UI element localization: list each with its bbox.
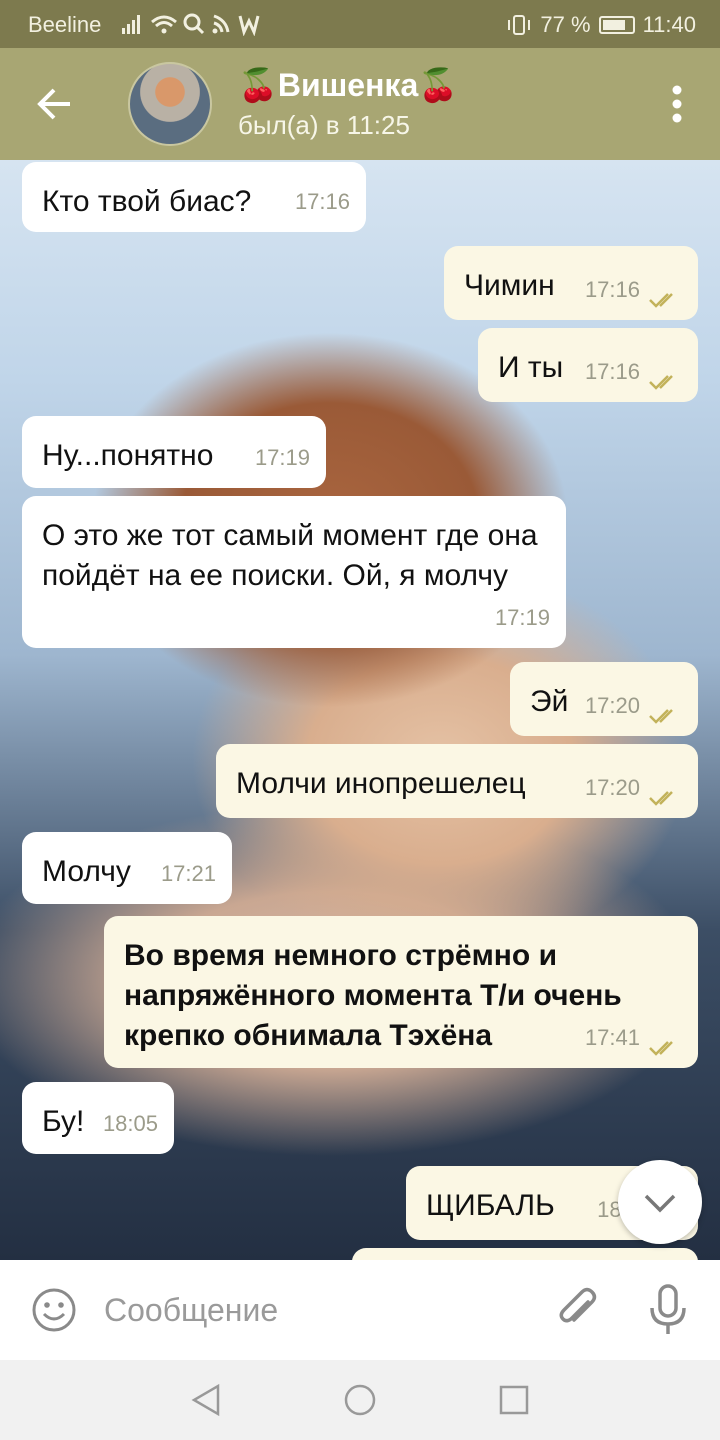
back-arrow-icon: [37, 88, 70, 120]
message-bubble[interactable]: Бу! 18:05: [22, 1082, 174, 1154]
message-bubble[interactable]: Молчи инопрешелец 17:20: [216, 744, 698, 818]
mic-icon: [650, 1284, 686, 1334]
read-check-icon: [649, 791, 673, 806]
message-bubble[interactable]: Эй 17:20: [510, 662, 698, 736]
nav-recent-icon[interactable]: [494, 1380, 534, 1420]
signal-icon: [122, 13, 260, 37]
message-bubble[interactable]: Во время немного стрёмно и напряжённого …: [104, 916, 698, 1068]
message-text: ЩИБАЛЬ: [426, 1189, 555, 1222]
message-bubble[interactable]: О это же тот самый момент где она пойдёт…: [22, 496, 566, 648]
message-text: Кто твой биас?: [42, 185, 252, 218]
message-text: Молчи инопрешелец: [236, 767, 526, 800]
message-time: 17:21: [160, 861, 216, 886]
mic-button[interactable]: [644, 1282, 692, 1338]
read-check-icon: [649, 709, 673, 724]
back-button[interactable]: [30, 78, 82, 130]
avatar[interactable]: [128, 62, 212, 146]
paperclip-icon: [559, 1287, 597, 1323]
message-time: 17:19: [494, 605, 550, 630]
message-time: 18:05: [102, 1111, 158, 1136]
message-input-bar: [0, 1260, 720, 1360]
message-text: И ты: [498, 351, 564, 384]
chat-area[interactable]: Кто твой биас? 17:16 Чимин 17:16 И ты 17…: [0, 160, 720, 1260]
message-time: 17:19: [254, 445, 310, 470]
read-check-icon: [649, 293, 673, 308]
message-text: Во время немного стрёмно и напряжённого …: [124, 939, 622, 1052]
message-text: О это же тот самый момент где она пойдёт…: [42, 519, 538, 592]
message-time: 17:20: [584, 775, 640, 800]
contact-name[interactable]: 🍒Вишенка🍒: [238, 66, 458, 104]
message-time: 17:16: [584, 359, 640, 384]
more-options-button[interactable]: [662, 80, 692, 128]
scroll-down-button[interactable]: [618, 1160, 702, 1244]
nav-back-icon[interactable]: [186, 1380, 226, 1420]
message-text: Ну...понятно: [42, 439, 214, 472]
read-check-icon: [649, 1041, 673, 1056]
battery-icon: [598, 16, 635, 34]
battery-percent: 77 %: [540, 12, 591, 37]
contact-last-seen: был(а) в 11:25: [238, 110, 410, 140]
nav-home-icon[interactable]: [340, 1380, 380, 1420]
emoji-icon: [32, 1288, 76, 1332]
system-nav-bar: [0, 1360, 720, 1440]
message-time: 17:16: [584, 277, 640, 302]
status-right: 77 % 11:40: [506, 12, 696, 38]
read-check-icon: [649, 375, 673, 390]
chat-header: 🍒Вишенка🍒 был(а) в 11:25: [0, 48, 720, 160]
clock: 11:40: [642, 12, 696, 37]
status-bar: Beeline 77 % 11:40: [0, 0, 720, 48]
chevron-down-icon: [644, 1194, 676, 1213]
emoji-button[interactable]: [30, 1286, 78, 1334]
message-text: Чимин: [464, 269, 555, 302]
message-text: Молчу: [42, 855, 131, 888]
message-bubble[interactable]: И ты 17:16: [478, 328, 698, 402]
message-bubble[interactable]: Кто твой биас? 17:16: [22, 162, 366, 232]
message-time: 17:20: [584, 693, 640, 718]
message-bubble[interactable]: Молчу 17:21: [22, 832, 232, 904]
message-bubble-partial[interactable]: [352, 1248, 698, 1260]
message-bubble[interactable]: Ну...понятно 17:19: [22, 416, 326, 488]
message-time: 17:41: [584, 1025, 640, 1050]
message-text: Бу!: [42, 1105, 85, 1138]
more-vert-icon: [672, 85, 682, 123]
vibrate-icon: [508, 15, 531, 35]
message-time: 17:16: [294, 189, 350, 214]
message-input[interactable]: [104, 1290, 524, 1330]
carrier-name: Beeline: [28, 12, 102, 37]
message-bubble[interactable]: Чимин 17:16: [444, 246, 698, 320]
signal-wifi-icons: [122, 12, 272, 42]
message-text: Эй: [530, 685, 569, 718]
attach-button[interactable]: [552, 1284, 604, 1336]
